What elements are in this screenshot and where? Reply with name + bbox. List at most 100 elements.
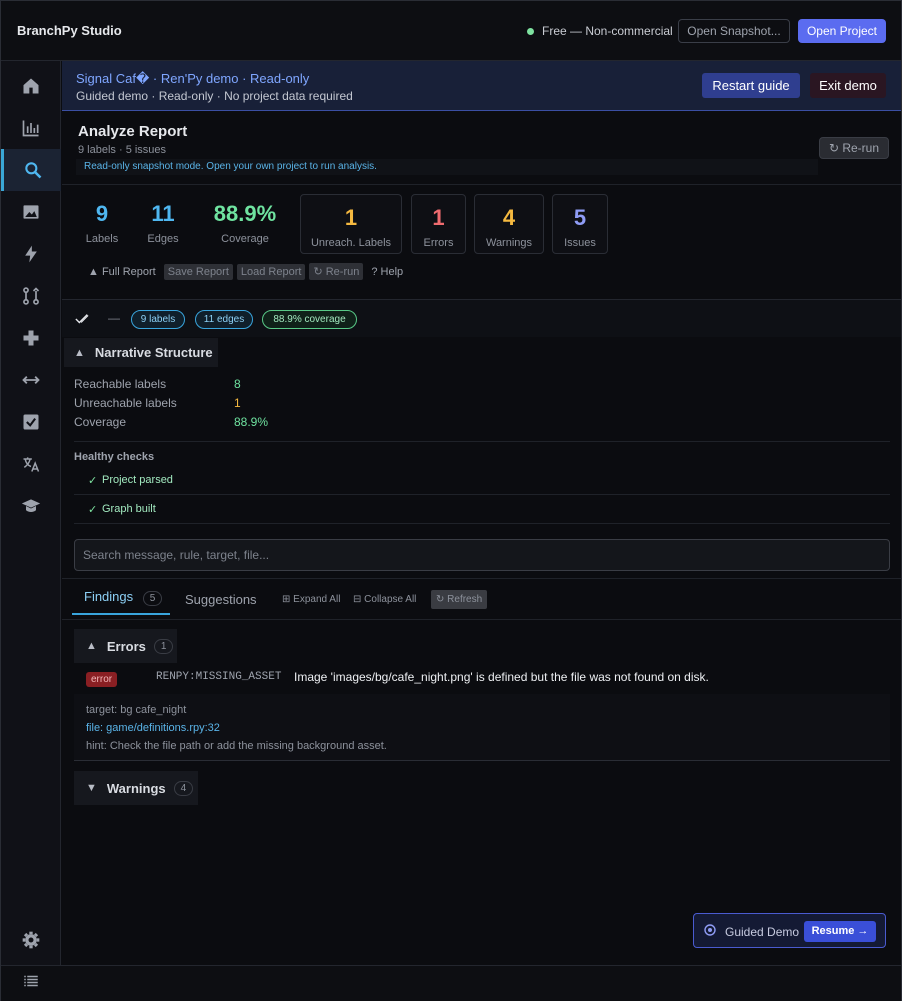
stat-label: Edges — [147, 233, 179, 245]
pull-request-icon — [23, 287, 40, 305]
banner-title: Signal Caf� · Ren'Py demo · Read-only — [76, 71, 310, 86]
check-icon: ✓ — [88, 504, 98, 516]
collapse-triangle-icon: ▲ — [86, 640, 97, 652]
panel-toggle[interactable] — [1, 963, 61, 999]
finding-row[interactable]: error RENPY:MISSING_ASSET Image 'images/… — [74, 664, 890, 761]
finding-details: target: bg cafe_night file: game/definit… — [74, 694, 890, 761]
stat-value: 88.9% — [213, 201, 277, 226]
status-dot-icon — [527, 27, 534, 35]
coverage-pill[interactable]: 88.9% coverage — [262, 310, 357, 329]
count-badge: 4 — [173, 780, 194, 796]
sidebar-item-learn[interactable] — [1, 485, 61, 527]
labels-pill[interactable]: 9 labels — [131, 310, 185, 329]
list-item: ✓ Project parsed — [74, 466, 890, 495]
edges-pill[interactable]: 11 edges — [195, 310, 253, 329]
lightning-icon — [25, 245, 37, 263]
app-title: BranchPy Studio — [17, 23, 122, 38]
double-check-icon[interactable] — [75, 312, 89, 326]
refresh-button[interactable]: ↻ Refresh — [431, 590, 488, 609]
sidebar-item-performance[interactable] — [1, 233, 61, 275]
kv-value: 1 — [234, 396, 241, 410]
finding-target: target: bg cafe_night — [86, 704, 187, 716]
full-report-toggle[interactable]: ▲ Full Report — [84, 264, 160, 280]
findings-tabs: Findings 5 Suggestions ⊞ Expand All ⊟ Co… — [62, 578, 901, 620]
card-errors[interactable]: 1 Errors — [411, 194, 466, 254]
warnings-section-header[interactable]: ▼ Warnings 4 — [74, 771, 198, 805]
card-label: Issues — [564, 237, 596, 249]
filter-bar: — 9 labels 11 edges 88.9% coverage — [62, 299, 901, 337]
check-icon: ✓ — [88, 475, 98, 487]
sidebar-item-settings[interactable] — [1, 919, 61, 961]
exit-demo-button[interactable]: Exit demo — [810, 73, 886, 98]
demo-banner: Signal Caf� · Ren'Py demo · Read-only Gu… — [62, 61, 901, 111]
sidebar-item-translate[interactable] — [1, 443, 61, 485]
sidebar-item-media[interactable] — [1, 191, 61, 233]
collapse-all-button[interactable]: ⊟ Collapse All — [353, 594, 416, 605]
section-title: Warnings — [106, 780, 166, 796]
tab-suggestions[interactable]: Suggestions — [185, 592, 257, 607]
banner-subtitle: Guided demo · Read-only · No project dat… — [76, 89, 353, 103]
rerun-button[interactable]: ↻ Re-run — [819, 137, 889, 159]
report-header: Analyze Report 9 labels · 5 issues Read-… — [62, 112, 901, 184]
filter-separator: — — [108, 311, 120, 325]
checkbox-icon — [23, 414, 39, 430]
readonly-notice: Read-only snapshot mode. Open your own p… — [76, 159, 818, 175]
open-snapshot-button[interactable]: Open Snapshot... — [678, 19, 790, 43]
restart-guide-button[interactable]: Restart guide — [702, 73, 800, 98]
card-value: 5 — [573, 205, 587, 230]
card-unreachable-labels[interactable]: 1 Unreach. Labels — [300, 194, 402, 254]
sidebar-item-add[interactable] — [1, 317, 61, 359]
open-project-button[interactable]: Open Project — [798, 19, 886, 43]
search-input[interactable] — [74, 539, 890, 571]
count-badge: 5 — [142, 591, 163, 606]
app-window: BranchPy Studio Free — Non-commercial Op… — [0, 0, 902, 1001]
load-report-button[interactable]: Load Report — [236, 263, 306, 280]
help-button[interactable]: ? Help — [367, 264, 407, 280]
resume-button[interactable]: Resume → — [804, 921, 876, 942]
sidebar-item-stats[interactable] — [1, 107, 61, 149]
card-warnings[interactable]: 4 Warnings — [474, 194, 544, 254]
finding-message: Image 'images/bg/cafe_night.png' is defi… — [294, 670, 709, 684]
card-label: Unreach. Labels — [310, 237, 392, 249]
card-value: 1 — [344, 205, 358, 230]
report-actions: ▲ Full Report Save Report Load Report ↻ … — [84, 263, 407, 280]
sidebar-item-home[interactable] — [1, 65, 61, 107]
expand-all-button[interactable]: ⊞ Expand All — [282, 594, 340, 605]
healthy-checks-title: Healthy checks — [74, 451, 155, 463]
card-label: Errors — [423, 237, 454, 249]
active-tab-indicator — [72, 613, 170, 615]
stat-coverage: 88.9% Coverage — [204, 201, 286, 245]
card-issues[interactable]: 5 Issues — [552, 194, 608, 254]
stat-labels: 9 Labels — [82, 201, 122, 245]
sidebar-item-checks[interactable] — [1, 401, 61, 443]
narrative-structure-header[interactable]: ▲ Narrative Structure — [64, 338, 218, 367]
bottom-bar — [1, 965, 901, 1001]
section-title: Errors — [106, 638, 146, 654]
guided-demo-label: Guided Demo — [725, 925, 800, 939]
tab-findings[interactable]: Findings 5 — [84, 589, 163, 606]
rerun-small-button[interactable]: ↻ Re-run — [309, 263, 364, 280]
card-label: Warnings — [485, 237, 533, 249]
save-report-button[interactable]: Save Report — [163, 263, 233, 280]
check-label: Project parsed — [102, 474, 173, 486]
card-value: 1 — [432, 205, 445, 230]
divider — [74, 441, 890, 442]
stat-edges: 11 Edges — [140, 201, 186, 245]
sidebar-item-compare[interactable] — [1, 275, 61, 317]
sidebar-item-analyze[interactable] — [1, 149, 61, 191]
finding-hint: hint: Check the file path or add the mis… — [86, 740, 387, 752]
finding-file-link[interactable]: file: game/definitions.rpy:32 — [86, 722, 220, 734]
stat-label: Coverage — [221, 233, 269, 245]
plus-icon — [23, 330, 39, 346]
graduation-cap-icon — [21, 499, 41, 513]
stat-label: Labels — [85, 233, 119, 245]
sidebar-item-transfer[interactable] — [1, 359, 61, 401]
arrows-horizontal-icon — [22, 376, 40, 384]
top-bar: BranchPy Studio Free — Non-commercial Op… — [1, 1, 901, 61]
search-icon — [24, 162, 41, 179]
errors-section-header[interactable]: ▲ Errors 1 — [74, 629, 177, 663]
kv-value: 88.9% — [234, 415, 269, 429]
kv-value: 8 — [234, 377, 241, 391]
report-summary: 9 labels · 5 issues — [78, 144, 167, 156]
kv-key: Reachable labels — [74, 377, 167, 391]
